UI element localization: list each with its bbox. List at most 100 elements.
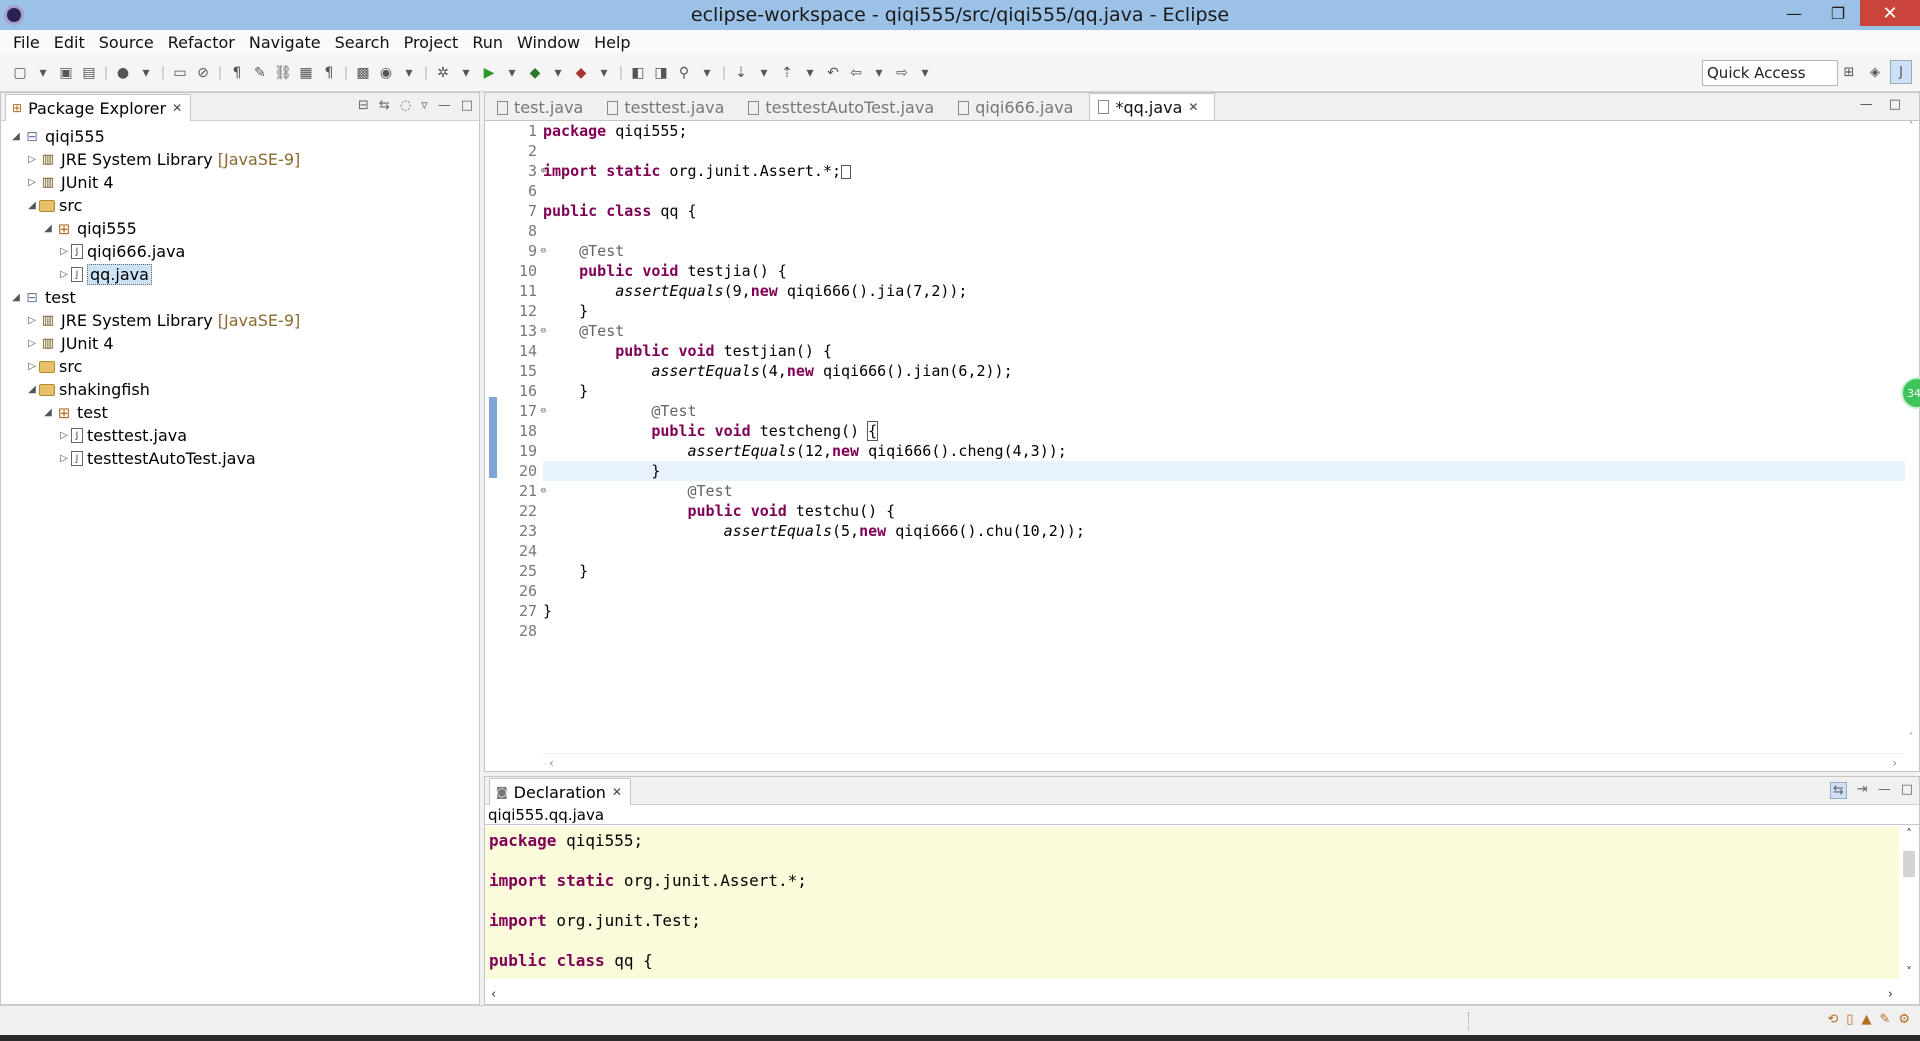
tree-item[interactable]: ▷ ▥ JRE System Library [JavaSE-9]	[1, 309, 479, 332]
maximize-icon[interactable]: □	[1901, 782, 1913, 799]
minimize-button[interactable]: —	[1772, 0, 1816, 26]
code-line[interactable]: assertEquals(12,new qiqi666().cheng(4,3)…	[543, 441, 1905, 461]
code-line[interactable]	[543, 581, 1905, 601]
profile-icon[interactable]: ●	[113, 63, 133, 83]
collapsed-arrow-icon[interactable]: ▷	[25, 361, 39, 372]
tree-item[interactable]: ▷ JtesttestAutoTest.java	[1, 447, 479, 470]
book-icon[interactable]: ▯	[1846, 1012, 1853, 1027]
scroll-left-icon[interactable]: ‹	[491, 987, 496, 1002]
dropdown-arrow-icon[interactable]: ▾	[915, 63, 935, 83]
tree-item[interactable]: ◢ ⊟ qiqi555	[1, 125, 479, 148]
tree-item[interactable]: ▷ ▥ JUnit 4	[1, 171, 479, 194]
code-line[interactable]: assertEquals(9,new qiqi666().jia(7,2));	[543, 281, 1905, 301]
collapsed-arrow-icon[interactable]: ▷	[25, 177, 39, 188]
next-annotation-icon[interactable]: ⇣	[731, 63, 751, 83]
progress-icon[interactable]: ⟲	[1827, 1012, 1838, 1027]
pencil-icon[interactable]: ✎	[1879, 1012, 1890, 1027]
menu-search[interactable]: Search	[328, 33, 397, 52]
menu-source[interactable]: Source	[92, 33, 161, 52]
tree-item[interactable]: ▷ ▥ JUnit 4	[1, 332, 479, 355]
dropdown-arrow-icon[interactable]: ▾	[594, 63, 614, 83]
open-task-icon[interactable]: ◨	[651, 63, 671, 83]
package-explorer-tab[interactable]: ⊞ Package Explorer ✕	[5, 94, 192, 121]
dropdown-arrow-icon[interactable]: ▾	[399, 63, 419, 83]
tree-item[interactable]: ◢ ⊞ qiqi555	[1, 217, 479, 240]
tree-item[interactable]: ▷ Jqiqi666.java	[1, 240, 479, 263]
forward-icon[interactable]: ⇨	[892, 63, 912, 83]
open-type-icon[interactable]: ◧	[628, 63, 648, 83]
code-line[interactable]: assertEquals(4,new qiqi666().jian(6,2));	[543, 361, 1905, 381]
dropdown-arrow-icon[interactable]: ▾	[754, 63, 774, 83]
coverage-icon[interactable]: ◆	[525, 63, 545, 83]
hat-icon[interactable]: ▲	[1861, 1012, 1871, 1027]
editor-tab[interactable]: qiqi666.java	[950, 95, 1089, 120]
open-perspective-icon[interactable]: ⊞	[1838, 60, 1860, 84]
code-line[interactable]	[543, 621, 1905, 641]
expanded-arrow-icon[interactable]: ◢	[41, 223, 55, 234]
scroll-up-icon[interactable]: ˄	[1909, 121, 1914, 132]
search-icon[interactable]: ⚲	[674, 63, 694, 83]
editor-vertical-scrollbar[interactable]: ˄ ˅	[1903, 121, 1919, 743]
menu-refactor[interactable]: Refactor	[161, 33, 242, 52]
expanded-arrow-icon[interactable]: ◢	[41, 407, 55, 418]
tree-item[interactable]: ▷ Jqq.java	[1, 263, 479, 286]
tree-item[interactable]: ◢ src	[1, 194, 479, 217]
code-line[interactable]: public void testjian() {	[543, 341, 1905, 361]
code-line[interactable]	[543, 541, 1905, 561]
code-area[interactable]: 1 2 3 ⊕ 6 7 8 9 ⊖ 10 11 12 13 ⊖ 14 15 16 17 ⊖ 18 19 20 21 ⊖ 22 23…	[485, 121, 1905, 743]
dropdown-arrow-icon[interactable]: ▾	[869, 63, 889, 83]
dropdown-arrow-icon[interactable]: ▾	[548, 63, 568, 83]
code-line[interactable]: public void testjia() {	[543, 261, 1905, 281]
dropdown-arrow-icon[interactable]: ▾	[136, 63, 156, 83]
open-input-icon[interactable]: ⇥	[1857, 782, 1868, 799]
code-line[interactable]: }	[543, 461, 1905, 481]
menu-edit[interactable]: Edit	[47, 33, 92, 52]
collapsed-arrow-icon[interactable]: ▷	[57, 430, 71, 441]
editor-horizontal-scrollbar[interactable]: ‹ ›	[543, 753, 1903, 771]
dropdown-arrow-icon[interactable]: ▾	[456, 63, 476, 83]
close-window-button[interactable]: ✕	[1860, 0, 1920, 26]
editor-tab[interactable]: testtestAutoTest.java	[740, 95, 950, 120]
code-line[interactable]	[543, 221, 1905, 241]
dropdown-arrow-icon[interactable]: ▾	[800, 63, 820, 83]
collapsed-arrow-icon[interactable]: ▷	[57, 453, 71, 464]
focus-icon[interactable]: ◌	[400, 98, 411, 113]
tree-item[interactable]: ◢ ⊞ test	[1, 401, 479, 424]
scroll-down-icon[interactable]: ˅	[1906, 965, 1912, 979]
link-with-editor-icon[interactable]: ⇆	[379, 98, 390, 113]
editor-tab[interactable]: test.java	[489, 95, 599, 120]
menu-file[interactable]: File	[6, 33, 47, 52]
maximize-button[interactable]: ❐	[1816, 0, 1860, 26]
scroll-right-icon[interactable]: ›	[1892, 756, 1897, 770]
scroll-up-icon[interactable]: ˄	[1906, 827, 1912, 841]
scroll-down-icon[interactable]: ˅	[1909, 732, 1914, 743]
back-icon[interactable]: ⇦	[846, 63, 866, 83]
expanded-arrow-icon[interactable]: ◢	[9, 292, 23, 303]
previous-annotation-icon[interactable]: ⇡	[777, 63, 797, 83]
editor-tab[interactable]: testtest.java	[599, 95, 740, 120]
new-icon[interactable]: ▢	[10, 63, 30, 83]
tree-item[interactable]: ▷ ▥ JRE System Library [JavaSE-9]	[1, 148, 479, 171]
collapsed-arrow-icon[interactable]: ▷	[25, 154, 39, 165]
editor-tab[interactable]: *qq.java ✕	[1089, 93, 1216, 120]
dropdown-arrow-icon[interactable]: ▾	[502, 63, 522, 83]
code-line[interactable]: }	[543, 601, 1905, 621]
menu-navigate[interactable]: Navigate	[242, 33, 328, 52]
whitespace-icon[interactable]: ¶	[319, 63, 339, 83]
code-line[interactable]: @Test	[543, 321, 1905, 341]
code-line[interactable]: }	[543, 301, 1905, 321]
expanded-arrow-icon[interactable]: ◢	[9, 131, 23, 142]
block-select-icon[interactable]: ▦	[296, 63, 316, 83]
collapsed-arrow-icon[interactable]: ▷	[25, 338, 39, 349]
maximize-icon[interactable]: □	[1889, 97, 1901, 112]
tree-item[interactable]: ◢ ⊟ test	[1, 286, 479, 309]
link-with-selection-icon[interactable]: ⇆	[1829, 782, 1847, 799]
code-line[interactable]: @Test	[543, 241, 1905, 261]
settings-icon[interactable]: ⚙	[1898, 1012, 1910, 1027]
code-line[interactable]: @Test	[543, 481, 1905, 501]
collapsed-arrow-icon[interactable]: ▷	[57, 269, 71, 280]
code-line[interactable]: }	[543, 561, 1905, 581]
save-icon[interactable]: ▣	[56, 63, 76, 83]
run-icon[interactable]: ▶	[479, 63, 499, 83]
close-tab-icon[interactable]: ✕	[1188, 100, 1198, 114]
